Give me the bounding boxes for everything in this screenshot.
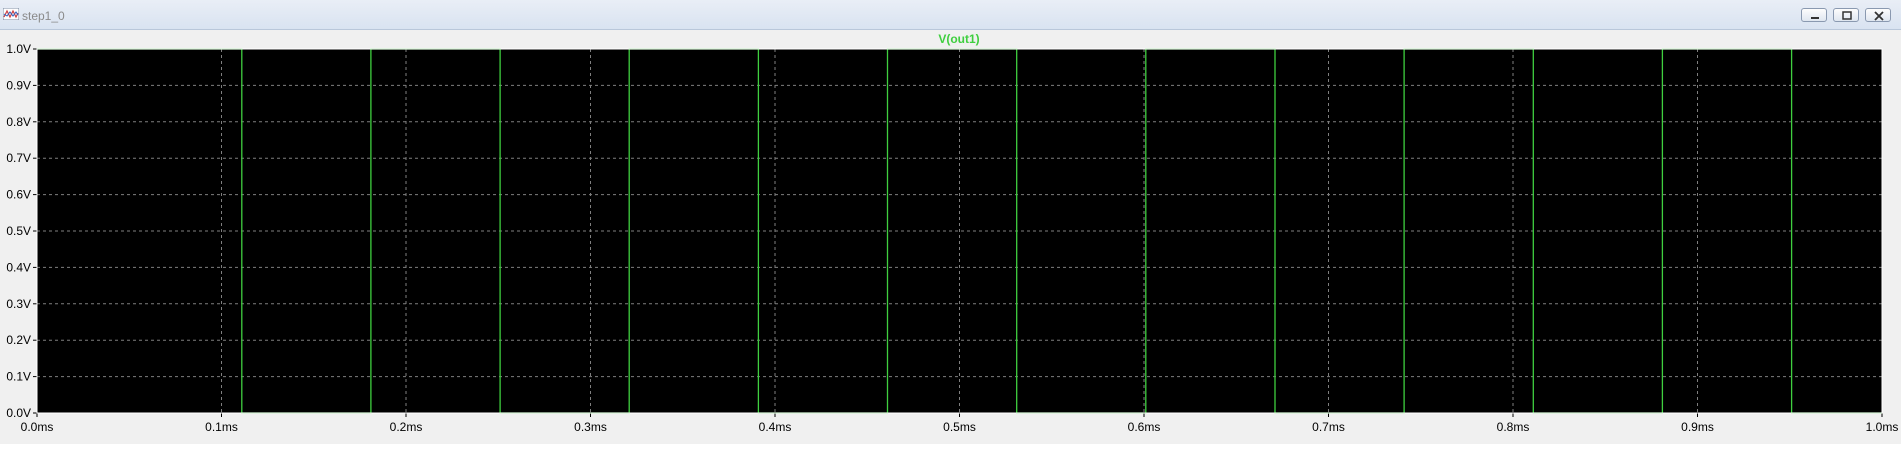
y-tick-label: 0.9V <box>6 78 31 92</box>
x-tick-label: 0.7ms <box>1312 420 1345 434</box>
y-tick-label: 0.6V <box>6 188 31 202</box>
restore-button[interactable] <box>1833 8 1859 22</box>
y-tick-label: 0.0V <box>6 406 31 420</box>
x-tick-label: 0.8ms <box>1497 420 1530 434</box>
close-button[interactable] <box>1865 8 1891 22</box>
y-tick-label: 0.4V <box>6 260 31 274</box>
minimize-button[interactable] <box>1801 8 1827 22</box>
trace-label[interactable]: V(out1) <box>938 32 979 46</box>
minimize-icon <box>1811 17 1819 19</box>
plot-pane[interactable]: 0.0ms 0.1ms 0.2ms 0.3ms 0.4ms 0.5ms 0.6ms 0.7ms… <box>0 30 1901 444</box>
y-tick-label: 0.1V <box>6 370 31 384</box>
x-tick-label: 0.9ms <box>1681 420 1714 434</box>
waveform-chart[interactable]: 0.0ms 0.1ms 0.2ms 0.3ms 0.4ms 0.5ms 0.6ms 0.7ms… <box>0 30 1901 444</box>
x-tick-label: 1.0ms <box>1866 420 1899 434</box>
waveform-app-icon <box>3 8 19 20</box>
y-tick-label: 0.3V <box>6 297 31 311</box>
close-icon <box>1874 11 1884 21</box>
x-tick-label: 0.3ms <box>574 420 607 434</box>
y-axis-labels: 0.0V 0.1V 0.2V 0.3V 0.4V 0.5V 0.6V 0.7V 0.8V 0.9V… <box>6 42 31 420</box>
x-tick-label: 0.1ms <box>205 420 238 434</box>
waveform-window: step1_0 0.0ms 0.1ms 0.2ms 0.3ms 0.4ms 0.5ms 0.… <box>0 0 1901 444</box>
y-tick-label: 1.0V <box>6 42 31 56</box>
x-tick-label: 0.2ms <box>390 420 423 434</box>
restore-icon <box>1842 11 1852 20</box>
y-tick-label: 0.8V <box>6 115 31 129</box>
x-tick-label: 0.4ms <box>759 420 792 434</box>
x-axis-labels: 0.0ms 0.1ms 0.2ms 0.3ms 0.4ms 0.5ms 0.6ms 0.7ms… <box>21 420 1899 434</box>
title-bar[interactable]: step1_0 <box>0 0 1901 30</box>
x-tick-label: 0.0ms <box>21 420 54 434</box>
x-tick-label: 0.6ms <box>1128 420 1161 434</box>
y-tick-label: 0.5V <box>6 224 31 238</box>
y-tick-label: 0.2V <box>6 333 31 347</box>
y-tick-label: 0.7V <box>6 151 31 165</box>
x-tick-label: 0.5ms <box>943 420 976 434</box>
window-title: step1_0 <box>22 9 65 23</box>
